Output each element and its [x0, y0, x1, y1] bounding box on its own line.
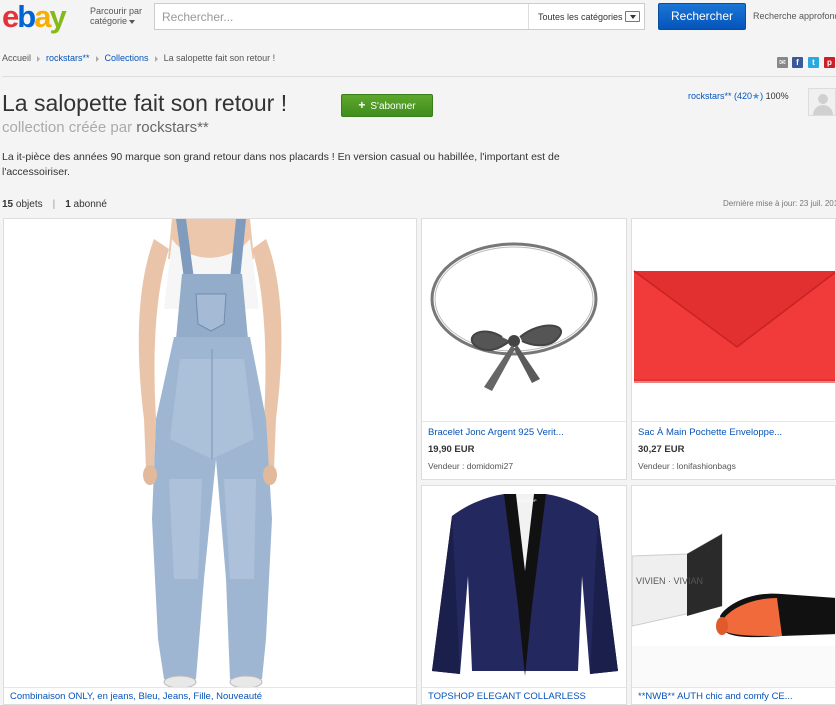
facebook-share-icon[interactable]: f	[792, 57, 803, 68]
browse-by-category[interactable]: Parcourir par catégorie	[90, 6, 150, 26]
dropdown-arrow-icon	[625, 11, 640, 22]
item-card[interactable]: TOPSHOP TOPSHOP ELEGANT COLLARLESS	[421, 485, 627, 705]
search-box: Toutes les catégories	[154, 3, 645, 30]
collection-description: La it-pièce des années 90 marque son gra…	[2, 151, 560, 178]
category-select-value: Toutes les catégories	[538, 12, 623, 22]
item-title[interactable]: Combinaison ONLY, en jeans, Bleu, Jeans,…	[10, 690, 410, 704]
followers-label: abonné	[73, 199, 107, 210]
items-count: 15	[2, 199, 14, 210]
item-image[interactable]	[632, 219, 835, 423]
shoes-image: VIVIEN · VIVIAN	[632, 486, 835, 689]
divider	[2, 76, 836, 77]
item-title[interactable]: TOPSHOP ELEGANT COLLARLESS	[428, 690, 620, 704]
subscribe-label: S'abonner	[370, 101, 416, 112]
item-info: Sac À Main Pochette Enveloppe... 30,27 E…	[632, 421, 835, 479]
jacket-label: TOPSHOP	[517, 498, 537, 503]
item-info: Combinaison ONLY, en jeans, Bleu, Jeans,…	[4, 687, 416, 704]
search-button[interactable]: Rechercher	[658, 3, 746, 30]
box-brand-text: VIVIEN · VIVIAN	[636, 576, 703, 586]
seller-name[interactable]: rockstars**	[688, 91, 732, 101]
bracelet-image	[430, 242, 598, 391]
header: ebay Parcourir par catégorie Toutes les …	[0, 0, 836, 34]
breadcrumb: Accueil rockstars** Collections La salopett…	[2, 53, 275, 63]
item-vendor: Vendeur : lonifashionbags	[638, 461, 736, 471]
item-card[interactable]: Combinaison ONLY, en jeans, Bleu, Jeans,…	[3, 218, 417, 705]
item-title[interactable]: Sac À Main Pochette Enveloppe...	[638, 426, 829, 440]
byline-owner[interactable]: rockstars**	[136, 119, 209, 136]
pinterest-share-icon[interactable]: p	[824, 57, 835, 68]
advanced-search-link[interactable]: Recherche approfondie	[753, 11, 836, 21]
item-card[interactable]: VIVIEN · VIVIAN **NWB** AUTH chic and co…	[631, 485, 836, 705]
jacket-image: TOPSHOP	[432, 494, 618, 676]
seller-feedback-close: )	[760, 91, 764, 101]
breadcrumb-home[interactable]: Accueil	[2, 53, 31, 63]
item-info: Bracelet Jonc Argent 925 Verit... 19,90 …	[422, 421, 626, 479]
browse-label-1: Parcourir par	[90, 6, 143, 16]
item-price: 19,90 EUR	[428, 444, 475, 455]
counts-separator: |	[52, 199, 56, 210]
item-price: 30,27 EUR	[638, 444, 685, 455]
seller-info: rockstars** (420★) 100%	[688, 91, 789, 102]
seller-percent: 100%	[765, 91, 789, 101]
chevron-right-icon	[95, 55, 99, 62]
breadcrumb-collections[interactable]: Collections	[105, 53, 149, 63]
avatar[interactable]	[808, 88, 836, 116]
collection-counts: 15 objets | 1 abonné	[2, 199, 107, 210]
item-card[interactable]: Sac À Main Pochette Enveloppe... 30,27 E…	[631, 218, 836, 480]
chevron-right-icon	[37, 55, 41, 62]
item-title[interactable]: **NWB** AUTH chic and comfy CE...	[638, 690, 829, 704]
category-select[interactable]: Toutes les catégories	[528, 4, 644, 29]
email-share-icon[interactable]: ✉	[777, 57, 788, 68]
logo-letter-a: a	[34, 0, 51, 34]
browse-label-2: catégorie	[90, 16, 128, 26]
item-card[interactable]: Bracelet Jonc Argent 925 Verit... 19,90 …	[421, 218, 627, 480]
updated-date: 23 juil. 2014	[799, 199, 836, 208]
logo-letter-b: b	[17, 0, 36, 34]
item-title[interactable]: Bracelet Jonc Argent 925 Verit...	[428, 426, 620, 440]
updated-label: Dernière mise à jour:	[723, 199, 798, 208]
item-info: **NWB** AUTH chic and comfy CE...	[632, 687, 835, 704]
item-image[interactable]: VIVIEN · VIVIAN	[632, 486, 835, 689]
items-label: objets	[15, 199, 43, 210]
logo-letter-y: y	[49, 0, 66, 34]
plus-icon: +	[358, 98, 366, 112]
breadcrumb-seller[interactable]: rockstars**	[46, 53, 90, 63]
seller-feedback-open[interactable]: (420	[734, 91, 752, 101]
subscribe-button[interactable]: + S'abonner	[341, 94, 433, 117]
ebay-logo[interactable]: ebay	[2, 0, 67, 34]
collection-byline: collection créée par rockstars**	[2, 119, 209, 136]
collection-title: La salopette fait son retour !	[2, 90, 288, 116]
last-updated: Dernière mise à jour: 23 juil. 2014	[723, 199, 836, 208]
item-vendor: Vendeur : domidomi27	[428, 461, 514, 471]
chevron-right-icon	[154, 55, 158, 62]
search-input[interactable]	[155, 4, 527, 29]
logo-letter-e: e	[2, 0, 19, 34]
caret-down-icon	[129, 19, 136, 24]
followers-count: 1	[65, 199, 71, 210]
clutch-image	[633, 270, 835, 383]
overalls-image	[138, 219, 282, 689]
star-icon: ★	[752, 91, 761, 101]
item-info: TOPSHOP ELEGANT COLLARLESS	[422, 687, 626, 704]
item-image[interactable]: TOPSHOP	[422, 486, 626, 689]
byline-prefix: collection créée par	[2, 119, 133, 136]
item-image[interactable]	[4, 219, 416, 689]
breadcrumb-current: La salopette fait son retour !	[163, 53, 276, 63]
twitter-share-icon[interactable]: t	[808, 57, 819, 68]
item-image[interactable]	[422, 219, 626, 423]
